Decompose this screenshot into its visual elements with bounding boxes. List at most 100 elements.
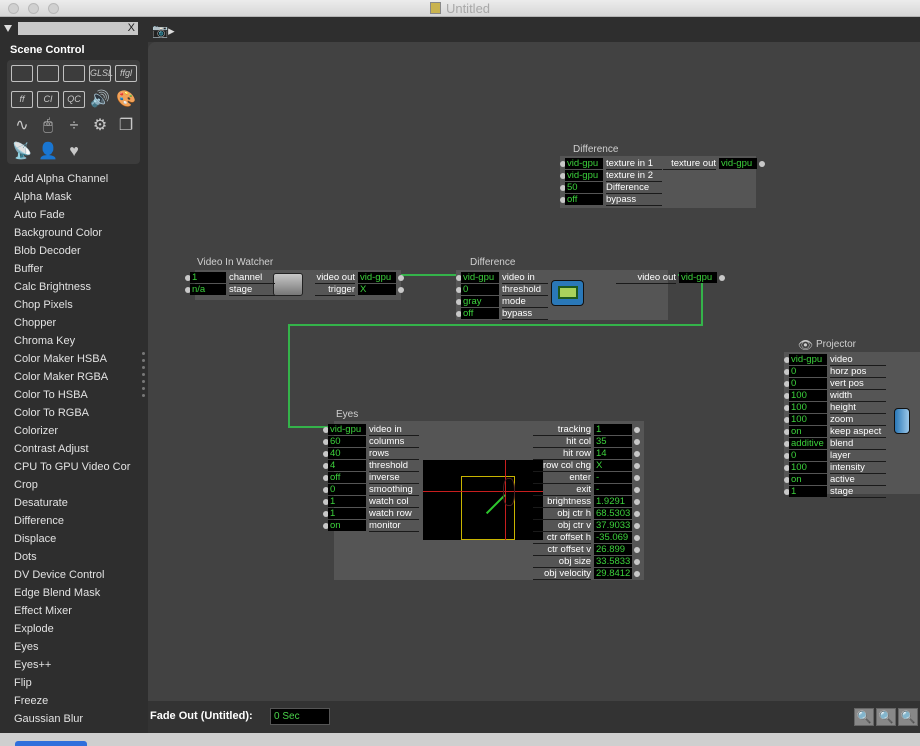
property-value[interactable]: 100: [789, 402, 827, 413]
module-list-item[interactable]: Dots: [14, 550, 130, 568]
resize-grip[interactable]: [142, 352, 145, 401]
property-value[interactable]: 33.5833: [594, 556, 632, 567]
output-port[interactable]: [634, 427, 640, 433]
module-list-item[interactable]: Displace: [14, 532, 130, 550]
output-port[interactable]: [719, 275, 725, 281]
property-value[interactable]: 100: [789, 462, 827, 473]
property-value[interactable]: on: [328, 520, 366, 531]
property-value[interactable]: 35: [594, 436, 632, 447]
output-port[interactable]: [634, 559, 640, 565]
property-value[interactable]: 68.5303: [594, 508, 632, 519]
glsl-icon[interactable]: GLSL: [89, 65, 113, 82]
output-port[interactable]: [759, 161, 765, 167]
projector-actor[interactable]: 👁 Projector vid-gpu video 0 horz pos 0 vert p…: [784, 338, 920, 498]
heart-icon[interactable]: ♥: [63, 143, 85, 160]
zoom-in-icon[interactable]: 🔍: [898, 708, 918, 726]
property-value[interactable]: 37.9033: [594, 520, 632, 531]
difference-actor[interactable]: Difference vid-gpu video in 0 threshold gray…: [456, 256, 725, 320]
property-value[interactable]: 29.8412: [594, 568, 632, 579]
module-list-item[interactable]: Chroma Key: [14, 334, 130, 352]
property-value[interactable]: vid-gpu: [461, 272, 499, 283]
property-value[interactable]: 0: [789, 450, 827, 461]
module-list-item[interactable]: DV Device Control: [14, 568, 130, 586]
patch-canvas[interactable]: Difference vid-gpu texture in 1 vid-gpu tex…: [148, 42, 920, 701]
mouse-icon[interactable]: 🖱: [37, 117, 59, 134]
property-value[interactable]: 0: [328, 484, 366, 495]
property-value[interactable]: gray: [461, 296, 499, 307]
module-list-item[interactable]: Crop: [14, 478, 130, 496]
output-port[interactable]: [398, 275, 404, 281]
broadcast-icon[interactable]: 📡: [11, 143, 33, 160]
scene-icon[interactable]: [11, 65, 33, 82]
output-port[interactable]: [634, 499, 640, 505]
module-list-item[interactable]: Color Maker RGBA: [14, 370, 130, 388]
eyes-actor[interactable]: Eyes vid-gpu video in 60 columns 40 rows 4 thre…: [323, 408, 653, 580]
module-list-item[interactable]: Blob Decoder: [14, 244, 130, 262]
output-port[interactable]: [398, 287, 404, 293]
property-value[interactable]: 100: [789, 414, 827, 425]
output-port[interactable]: [634, 439, 640, 445]
property-value[interactable]: on: [789, 426, 827, 437]
user-icon[interactable]: 👤: [37, 143, 59, 160]
property-value[interactable]: 40: [328, 448, 366, 459]
module-list-item[interactable]: Freeze: [14, 694, 130, 712]
property-value[interactable]: vid-gpu: [565, 170, 603, 181]
module-list-item[interactable]: Color To RGBA: [14, 406, 130, 424]
module-list-item[interactable]: Colorizer: [14, 424, 130, 442]
property-value[interactable]: -: [594, 472, 632, 483]
property-value[interactable]: 50: [565, 182, 603, 193]
module-list-item[interactable]: Flip: [14, 676, 130, 694]
property-value[interactable]: vid-gpu: [719, 158, 757, 169]
property-value[interactable]: 100: [789, 390, 827, 401]
property-value[interactable]: 1: [594, 424, 632, 435]
output-port[interactable]: [634, 487, 640, 493]
property-value[interactable]: on: [789, 474, 827, 485]
property-value[interactable]: 4: [328, 460, 366, 471]
scene-tab[interactable]: [15, 741, 87, 746]
module-list-item[interactable]: CPU To GPU Video Cor: [14, 460, 130, 478]
output-port[interactable]: [634, 535, 640, 541]
module-list-item[interactable]: Alpha Mask: [14, 190, 130, 208]
module-list-item[interactable]: Chopper: [14, 316, 130, 334]
module-list-item[interactable]: Calc Brightness: [14, 280, 130, 298]
output-port[interactable]: [634, 463, 640, 469]
property-value[interactable]: off: [461, 308, 499, 319]
jump-icon[interactable]: [37, 65, 59, 82]
module-list-item[interactable]: Color Maker HSBA: [14, 352, 130, 370]
property-value[interactable]: 0: [789, 378, 827, 389]
module-list-item[interactable]: Color To HSBA: [14, 388, 130, 406]
module-list-item[interactable]: Background Color: [14, 226, 130, 244]
module-list-item[interactable]: Eyes++: [14, 658, 130, 676]
property-value[interactable]: -35.069: [594, 532, 632, 543]
module-list-item[interactable]: Difference: [14, 514, 130, 532]
property-value[interactable]: 1: [190, 272, 226, 283]
freeframe-icon[interactable]: ff: [11, 91, 33, 108]
property-value[interactable]: additive: [789, 438, 827, 449]
module-list-item[interactable]: Contrast Adjust: [14, 442, 130, 460]
output-port[interactable]: [634, 547, 640, 553]
module-list-item[interactable]: Gaussian Blur: [14, 712, 130, 730]
module-list-item[interactable]: Explode: [14, 622, 130, 640]
property-value[interactable]: X: [594, 460, 632, 471]
difference-actor[interactable]: Difference vid-gpu texture in 1 vid-gpu tex…: [560, 142, 765, 208]
property-value[interactable]: 1: [789, 486, 827, 497]
output-port[interactable]: [634, 571, 640, 577]
math-icon[interactable]: ÷: [63, 117, 85, 134]
output-port[interactable]: [634, 475, 640, 481]
camera-icon[interactable]: 📷▸: [152, 23, 175, 39]
ffgl-icon[interactable]: ffgl: [115, 65, 137, 82]
property-value[interactable]: 14: [594, 448, 632, 459]
quartz-composer-icon[interactable]: QC: [63, 91, 85, 108]
property-value[interactable]: -: [594, 484, 632, 495]
fade-out-field[interactable]: 0 Sec: [270, 708, 330, 725]
module-list-item[interactable]: Add Alpha Channel: [14, 172, 130, 190]
property-value[interactable]: 1: [328, 496, 366, 507]
property-value[interactable]: vid-gpu: [328, 424, 366, 435]
property-value[interactable]: 60: [328, 436, 366, 447]
module-list-item[interactable]: Eyes: [14, 640, 130, 658]
output-port[interactable]: [634, 511, 640, 517]
eye-icon[interactable]: 👁: [798, 338, 813, 352]
zoom-reset-icon[interactable]: 🔍: [876, 708, 896, 726]
property-value[interactable]: n/a: [190, 284, 226, 295]
sound-icon[interactable]: 🔊: [89, 91, 111, 108]
